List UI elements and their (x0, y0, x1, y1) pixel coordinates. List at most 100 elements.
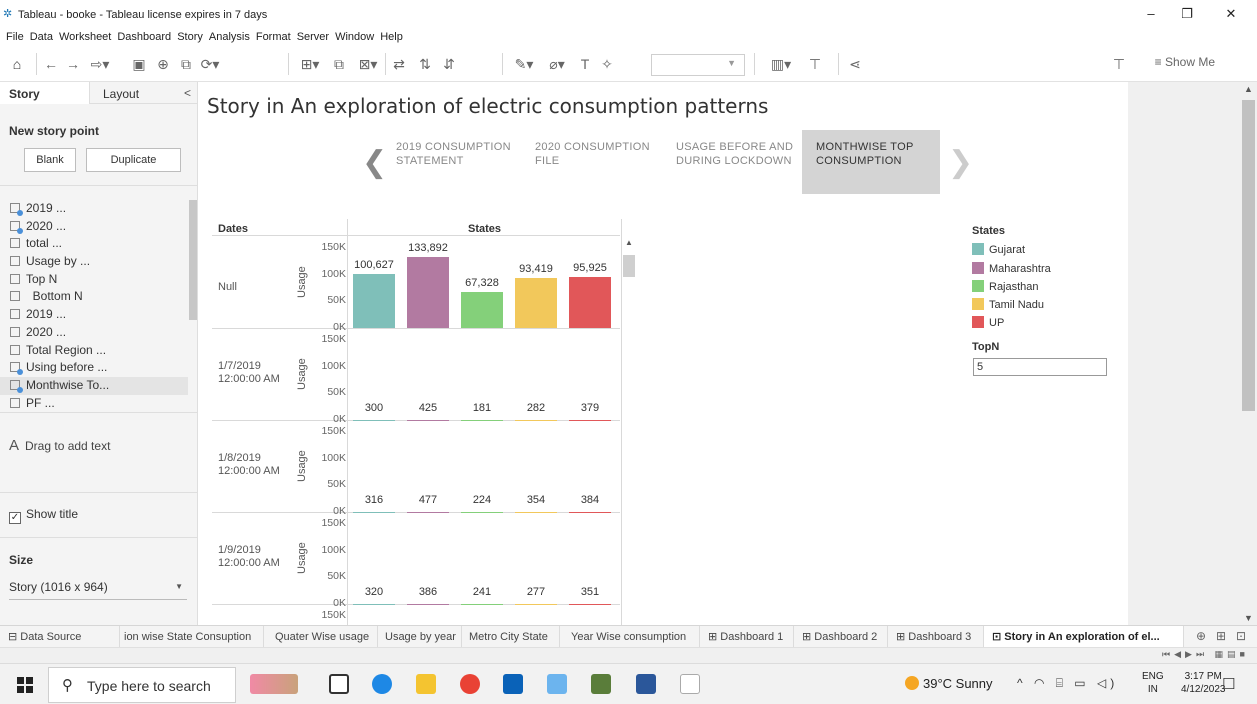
app-icon[interactable] (547, 674, 567, 694)
duplicate-button[interactable]: Duplicate (86, 148, 181, 172)
redo-icon[interactable]: → (64, 55, 82, 73)
close-button[interactable]: ✕ (1216, 4, 1246, 24)
tab-sheet[interactable]: Quater Wise usage (264, 626, 378, 648)
menu-help[interactable]: Help (377, 28, 406, 46)
menu-worksheet[interactable]: Worksheet (56, 28, 114, 46)
tab-dashboard-1[interactable]: ⊞ Dashboard 1 (700, 626, 794, 648)
undo-icon[interactable]: ← (42, 55, 60, 73)
pin-icon[interactable]: ⊤ (1110, 55, 1128, 73)
menu-analysis[interactable]: Analysis (206, 28, 253, 46)
list-item[interactable]: 2019 ... (0, 306, 188, 324)
weather-widget[interactable]: 39°C Sunny (905, 676, 993, 691)
vertical-scrollbar[interactable]: ▲ ▼ (1240, 82, 1257, 625)
new-worksheet-icon[interactable]: ⊕ (1196, 629, 1206, 643)
story-point-2019-consumption[interactable]: 2019 CONSUMPTION STATEMENT (382, 130, 520, 194)
new-dashboard-icon[interactable]: ⊞ (1216, 629, 1226, 643)
sheet-list-scrollbar[interactable] (189, 200, 197, 320)
clear-sheet-icon[interactable]: ⊠▾ (356, 55, 380, 73)
save-icon[interactable]: ▣ (130, 55, 148, 73)
story-point-monthwise-top[interactable]: MONTHWISE TOP CONSUMPTION (802, 130, 940, 194)
new-datasource-icon[interactable]: ⊕ (154, 55, 172, 73)
minimize-button[interactable]: – (1136, 4, 1166, 24)
story-point-2020-consumption[interactable]: 2020 CONSUMPTION FILE (521, 130, 659, 194)
new-worksheet-icon[interactable]: ⊞▾ (296, 55, 324, 73)
legend-item-gujarat[interactable]: Gujarat (972, 243, 1025, 256)
clock[interactable]: 3:17 PM 4/12/2023 (1181, 670, 1226, 696)
tab-data-source[interactable]: ⊟ Data Source (0, 626, 120, 648)
highlight-icon[interactable]: ✎▾ (510, 55, 538, 73)
show-me-button[interactable]: ≡ Show Me (1155, 55, 1215, 69)
notification-icon[interactable]: ☐ (1222, 675, 1235, 693)
tab-sheet[interactable]: Metro City State (462, 626, 560, 648)
menu-data[interactable]: Data (27, 28, 56, 46)
next-story-point-icon[interactable]: ❯ (948, 148, 973, 178)
pause-updates-icon[interactable]: ⧉ (176, 55, 196, 73)
tab-dashboard-3[interactable]: ⊞ Dashboard 3 (888, 626, 984, 648)
new-story-icon[interactable]: ⊡ (1236, 629, 1246, 643)
list-item[interactable]: total ... (0, 235, 188, 253)
scroll-thumb[interactable] (1242, 100, 1255, 411)
tab-dashboard-2[interactable]: ⊞ Dashboard 2 (794, 626, 888, 648)
restore-button[interactable]: ❐ (1172, 4, 1202, 24)
viz-scrollbar[interactable]: ▲ (622, 236, 636, 625)
sheet-navigation-icons[interactable]: ⏮◀▶⏭ ▦▤■ (1162, 649, 1249, 660)
blank-button[interactable]: Blank (24, 148, 76, 172)
menu-file[interactable]: File (3, 28, 27, 46)
menu-window[interactable]: Window (332, 28, 377, 46)
taskbar-search[interactable]: ⚲ Type here to search (48, 667, 236, 703)
list-item[interactable]: Using before ... (0, 359, 188, 377)
bar-4-row-0[interactable] (569, 276, 611, 328)
group-members-icon[interactable]: ⌀▾ (544, 55, 570, 73)
topn-input[interactable]: 5 (973, 358, 1107, 376)
show-labels-icon[interactable]: T (576, 55, 594, 73)
bar-2-row-0[interactable] (461, 292, 503, 328)
edge-icon[interactable] (372, 674, 392, 694)
fit-dropdown[interactable]: ▼ (651, 54, 745, 76)
collapse-sidebar-icon[interactable]: < (184, 86, 191, 100)
scroll-up-icon[interactable]: ▲ (625, 238, 633, 247)
bar-1-row-0[interactable] (407, 256, 449, 328)
bar-3-row-0[interactable] (515, 278, 557, 328)
scroll-up-icon[interactable]: ▲ (1244, 84, 1253, 94)
scroll-down-icon[interactable]: ▼ (1244, 613, 1253, 623)
suitcase-widget-icon[interactable] (250, 674, 298, 694)
tab-story[interactable]: ⊡ Story in An exploration of el... (984, 626, 1184, 648)
tab-story[interactable]: Story (0, 82, 90, 104)
legend-item-maharashtra[interactable]: Maharashtra (972, 262, 1051, 275)
show-cards-icon[interactable]: ▥▾ (766, 55, 796, 73)
legend-item-tamil-nadu[interactable]: Tamil Nadu (972, 298, 1044, 311)
tab-sheet[interactable]: ion wise State Consuption (120, 626, 264, 648)
word-icon[interactable] (636, 674, 656, 694)
tab-layout[interactable]: Layout (103, 87, 139, 101)
legend-item-up[interactable]: UP (972, 316, 1004, 329)
list-item[interactable]: Usage by ... (0, 253, 188, 271)
swap-icon[interactable]: ⇄ (390, 55, 408, 73)
task-view-icon[interactable] (329, 674, 349, 694)
share-icon[interactable]: ⋖ (846, 55, 864, 73)
tab-sheet[interactable]: Year Wise consumption (560, 626, 700, 648)
drag-to-add-text[interactable]: A Drag to add text (9, 437, 110, 454)
list-item[interactable]: Bottom N (0, 288, 188, 306)
sort-descending-icon[interactable]: ⇵ (440, 55, 458, 73)
file-explorer-icon[interactable] (416, 674, 436, 694)
app-icon[interactable] (591, 674, 611, 694)
system-tray-icons[interactable]: ^ ◠ ⌸ ▭ ◁) (1017, 676, 1118, 691)
bar-0-row-0[interactable] (353, 274, 395, 328)
replay-icon[interactable]: ⇨▾ (86, 55, 114, 73)
list-item[interactable]: Top N (0, 271, 188, 289)
duplicate-sheet-icon[interactable]: ⧉ (330, 55, 348, 73)
language-indicator[interactable]: ENG IN (1142, 670, 1164, 696)
list-item[interactable]: Monthwise To... (0, 376, 188, 395)
tab-sheet[interactable]: Usage by year (378, 626, 462, 648)
legend-item-rajasthan[interactable]: Rajasthan (972, 280, 1039, 293)
refresh-icon[interactable]: ⟳▾ (198, 55, 222, 73)
home-icon[interactable]: ⌂ (8, 55, 26, 73)
story-point-usage-lockdown[interactable]: USAGE BEFORE AND DURING LOCKDOWN (662, 130, 800, 194)
list-item[interactable]: 2020 ... (0, 218, 188, 236)
scroll-thumb[interactable] (623, 255, 635, 277)
list-item[interactable]: Total Region ... (0, 342, 188, 360)
list-item[interactable]: 2019 ... (0, 200, 188, 218)
sort-ascending-icon[interactable]: ⇅ (416, 55, 434, 73)
store-icon[interactable] (503, 674, 523, 694)
list-item[interactable]: PF ... (0, 395, 188, 412)
